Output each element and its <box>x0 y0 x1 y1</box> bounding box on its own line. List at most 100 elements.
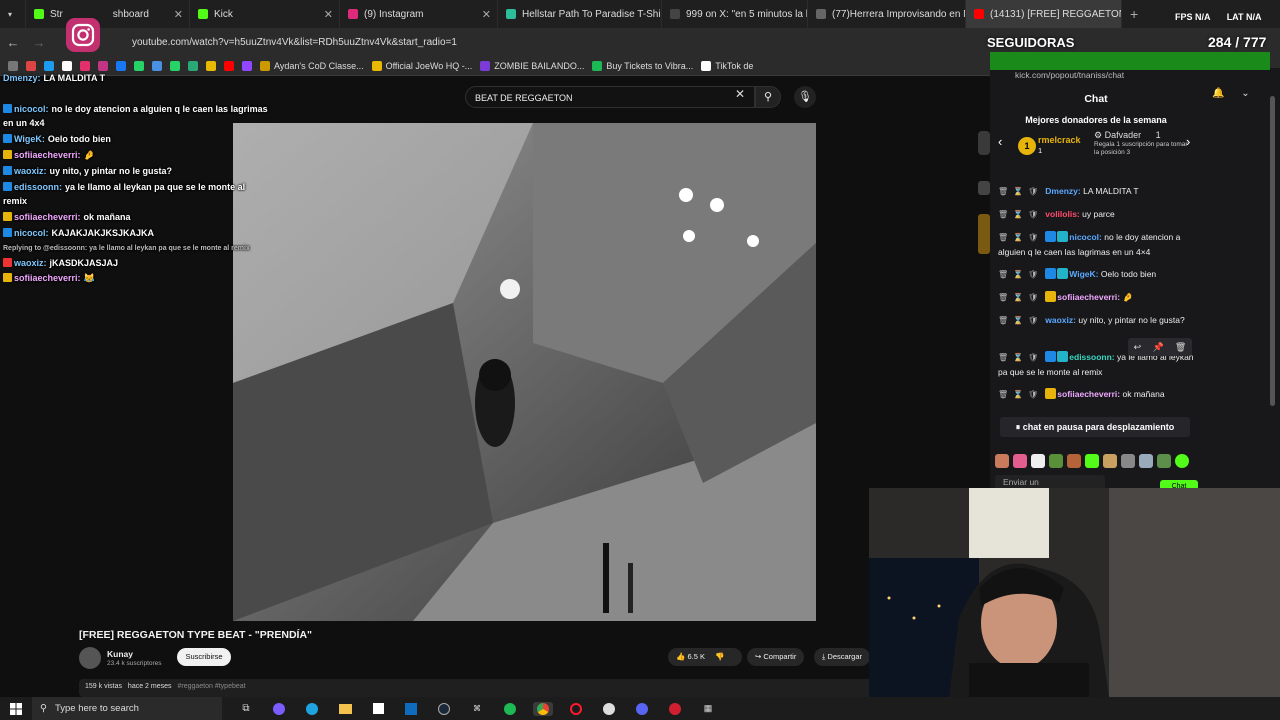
tab-hellstar[interactable]: Hellstar Path To Paradise T-Shi ✕ <box>498 0 662 28</box>
bookmark-icon[interactable] <box>242 60 252 71</box>
emote-icon[interactable] <box>995 454 1009 468</box>
mod-tools-icons[interactable]: 🗑⌛🛡 <box>998 270 1043 279</box>
obs-icon[interactable] <box>599 702 619 716</box>
scrollbar[interactable] <box>1270 96 1275 406</box>
mod-tools-icons[interactable]: 🗑⌛🛡 <box>998 390 1043 399</box>
channel-name[interactable]: Kunay <box>107 649 133 659</box>
chat-message[interactable]: 🗑⌛🛡 sofiiaecheverri: 🤌 <box>998 290 1194 305</box>
emote-icon[interactable] <box>1085 454 1099 468</box>
bell-icon[interactable]: 🔔 <box>1212 88 1224 99</box>
bookmark-icon[interactable] <box>98 60 108 71</box>
emote-icon[interactable] <box>1013 454 1027 468</box>
app-icon[interactable]: ⌘ <box>467 702 487 716</box>
sidebar-thumbnail[interactable] <box>978 181 990 195</box>
opera-icon[interactable] <box>566 702 586 716</box>
discord-icon[interactable] <box>632 702 652 716</box>
chat-username[interactable]: WigeK: <box>1069 269 1098 279</box>
close-icon[interactable]: ✕ <box>476 8 491 21</box>
bookmark-zombie[interactable]: ZOMBIE BAILANDO... <box>480 60 584 71</box>
app-icon[interactable] <box>665 702 685 716</box>
close-icon[interactable]: ✕ <box>168 8 183 21</box>
bookmark-icon[interactable] <box>152 60 162 71</box>
hashtags[interactable]: #reggaeton #typebeat <box>177 683 245 690</box>
chevron-left-icon[interactable]: ‹ <box>998 134 1002 149</box>
chat-message[interactable]: 🗑⌛🛡 WigeK: Oelo todo bien <box>998 267 1194 282</box>
search-input[interactable]: BEAT DE REGGAETON <box>465 86 755 108</box>
spotify-icon[interactable] <box>500 702 520 716</box>
tab-kick-stream[interactable]: Str shboard ✕ <box>26 0 190 28</box>
chevron-down-icon[interactable]: ⌄ <box>1241 88 1249 99</box>
thumbs-down-icon[interactable]: 👎 <box>715 652 724 661</box>
mod-tools-icons[interactable]: 🗑⌛🛡 <box>998 293 1043 302</box>
chat-username[interactable]: sofiiaecheverri: <box>1057 389 1120 399</box>
tab-list-button[interactable]: ▾ <box>0 0 26 28</box>
bookmark-joewo[interactable]: Official JoeWo HQ -... <box>371 60 472 71</box>
chat-message[interactable]: 🗑⌛🛡 waoxiz: uy nito, y pintar no le gusta… <box>998 313 1194 328</box>
file-explorer-icon[interactable] <box>335 702 355 716</box>
chat-username[interactable]: sofiiaecheverri: <box>1057 292 1120 302</box>
emote-icon[interactable] <box>1067 454 1081 468</box>
start-button[interactable] <box>0 697 32 720</box>
video-player[interactable] <box>233 123 816 621</box>
share-button[interactable]: ↪ Compartir <box>747 648 805 666</box>
tab-x-post[interactable]: 999 on X: "en 5 minutos la hice ✕ <box>662 0 808 28</box>
emote-icon[interactable] <box>1049 454 1063 468</box>
chat-username[interactable]: Dmenzy: <box>1045 186 1080 196</box>
bookmark-icon[interactable] <box>224 60 234 71</box>
mod-tools-icons[interactable]: 🗑⌛🛡 <box>998 233 1043 242</box>
description-box[interactable]: 159 k vistas hace 2 meses #reggaeton #ty… <box>79 679 879 697</box>
bookmark-tickets[interactable]: Buy Tickets to Vibra... <box>592 60 693 71</box>
copilot-icon[interactable] <box>269 702 289 716</box>
forward-arrow-icon[interactable]: → <box>26 35 52 50</box>
emote-icon[interactable] <box>1103 454 1117 468</box>
avatar[interactable] <box>79 647 101 669</box>
download-button[interactable]: ⤓ Descargar <box>814 648 871 666</box>
task-view-icon[interactable]: ⧉ <box>236 702 256 716</box>
microphone-icon[interactable]: 🎙 <box>794 86 816 108</box>
chat-username[interactable]: nicocol: <box>1069 232 1102 242</box>
store-icon[interactable] <box>368 702 388 716</box>
reply-icon[interactable]: ↩ <box>1134 342 1142 353</box>
subscribe-button[interactable]: Suscribirse <box>177 648 231 666</box>
mod-tools-icons[interactable]: 🗑⌛🛡 <box>998 210 1043 219</box>
tab-instagram[interactable]: (9) Instagram ✕ <box>340 0 498 28</box>
chat-username[interactable]: waoxiz: <box>1045 315 1076 325</box>
mod-tools-icons[interactable]: 🗑⌛🛡 <box>998 353 1043 362</box>
mod-tools-icons[interactable]: 🗑⌛🛡 <box>998 187 1043 196</box>
donor-second[interactable]: ⚙ Dafvader 1 Regala 1 suscripción para t… <box>1094 130 1194 157</box>
sidebar-thumbnail[interactable] <box>978 214 990 254</box>
chrome-icon[interactable] <box>533 701 553 716</box>
clear-search-icon[interactable]: ✕ <box>735 87 745 101</box>
bookmark-icon[interactable] <box>188 60 198 71</box>
bookmark-icon[interactable] <box>116 60 126 71</box>
chat-username[interactable]: edissoonn: <box>1069 352 1114 362</box>
apps-grid-icon[interactable] <box>8 60 18 71</box>
url-field[interactable]: youtube.com/watch?v=h5uuZtnv4Vk&list=RDh… <box>132 37 457 48</box>
emote-icon[interactable] <box>1121 454 1135 468</box>
mod-tools-icons[interactable]: 🗑⌛🛡 <box>998 316 1043 325</box>
bookmark-tiktok[interactable]: TikTok de <box>701 60 753 71</box>
chat-paused-bar[interactable]: ⏸ chat en pausa para desplazamiento <box>1000 417 1190 437</box>
bookmark-icon[interactable] <box>134 60 144 71</box>
emote-icon[interactable] <box>1139 454 1153 468</box>
bookmark-icon[interactable] <box>44 60 54 71</box>
bookmark-icon[interactable] <box>80 60 90 71</box>
like-button[interactable]: 👍 6.5 K 👎 <box>668 648 742 666</box>
outlook-icon[interactable] <box>401 702 421 716</box>
tab-herrera[interactable]: (77)Herrera Improvisando en M ✕ <box>808 0 966 28</box>
search-icon[interactable]: ⚲ <box>755 86 781 108</box>
trash-icon[interactable]: 🗑 <box>1175 342 1186 353</box>
close-icon[interactable]: ✕ <box>318 8 333 21</box>
tab-youtube[interactable]: (14131) [FREE] REGGAETON TY ✕ <box>966 0 1122 28</box>
bookmark-icon[interactable] <box>206 60 216 71</box>
emote-icon[interactable] <box>1175 454 1189 468</box>
emote-icon[interactable] <box>1157 454 1171 468</box>
bookmark-icon[interactable] <box>62 60 72 71</box>
chat-message[interactable]: 🗑⌛🛡 nicocol: no le doy atencion a alguien… <box>998 230 1194 259</box>
bookmark-aydan[interactable]: Aydan's CoD Classe... <box>260 60 364 71</box>
bookmark-icon[interactable] <box>26 60 36 71</box>
chat-username[interactable]: volilolis: <box>1045 209 1079 219</box>
sidebar-thumbnail[interactable] <box>978 131 990 155</box>
chat-message[interactable]: 🗑⌛🛡 volilolis: uy parce <box>998 207 1194 222</box>
steam-icon[interactable] <box>434 702 454 716</box>
